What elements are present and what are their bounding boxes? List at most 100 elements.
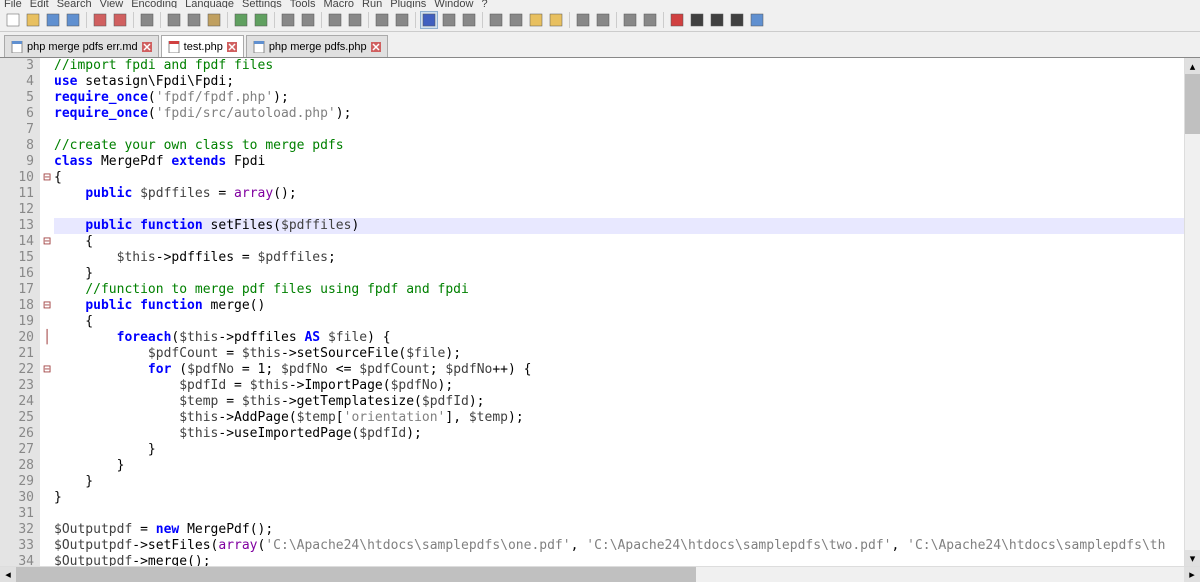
fold-marker[interactable]: [40, 122, 54, 138]
fold-column[interactable]: ⊟ ⊟ ⊟ │ ⊟: [40, 58, 54, 566]
fold-marker[interactable]: ⊟: [40, 170, 54, 186]
zoom-out-icon[interactable]: [346, 11, 364, 29]
fold-marker[interactable]: [40, 58, 54, 74]
code-line[interactable]: //create your own class to merge pdfs: [54, 138, 1200, 154]
code-line[interactable]: $this->pdffiles = $pdffiles;: [54, 250, 1200, 266]
code-line[interactable]: $Outputpdf->setFiles(array('C:\Apache24\…: [54, 538, 1200, 554]
fold-marker[interactable]: ⊟: [40, 234, 54, 250]
fold-marker[interactable]: ⊟: [40, 298, 54, 314]
close-all-icon[interactable]: [111, 11, 129, 29]
menu-item-window[interactable]: Window: [434, 0, 473, 8]
fold-marker[interactable]: [40, 442, 54, 458]
code-line[interactable]: [54, 506, 1200, 522]
play-multi-icon[interactable]: [728, 11, 746, 29]
monitor-icon[interactable]: [507, 11, 525, 29]
fold-marker[interactable]: [40, 314, 54, 330]
tab-close-icon[interactable]: [142, 42, 152, 52]
print-icon[interactable]: [138, 11, 156, 29]
fold-marker[interactable]: │: [40, 330, 54, 346]
menu-item-view[interactable]: View: [100, 0, 124, 8]
stop-icon[interactable]: [688, 11, 706, 29]
fold-marker[interactable]: [40, 522, 54, 538]
code-area[interactable]: //import fpdi and fpdf filesuse setasign…: [54, 58, 1200, 566]
fold-marker[interactable]: [40, 346, 54, 362]
fold-marker[interactable]: [40, 394, 54, 410]
code-line[interactable]: $Outputpdf->merge();: [54, 554, 1200, 566]
code-line[interactable]: }: [54, 490, 1200, 506]
fold-marker[interactable]: [40, 282, 54, 298]
close-icon[interactable]: [91, 11, 109, 29]
file-tab[interactable]: test.php: [161, 35, 244, 57]
save-all-icon[interactable]: [64, 11, 82, 29]
menu-item-file[interactable]: File: [4, 0, 22, 8]
fold-marker[interactable]: [40, 106, 54, 122]
menu-item-edit[interactable]: Edit: [30, 0, 49, 8]
folder-icon[interactable]: [547, 11, 565, 29]
horizontal-scrollbar[interactable]: ◂ ▸: [0, 566, 1200, 582]
redo-icon[interactable]: [252, 11, 270, 29]
func-list-icon[interactable]: [527, 11, 545, 29]
zoom-in-icon[interactable]: [326, 11, 344, 29]
scroll-down-button[interactable]: ▾: [1185, 550, 1200, 566]
fold-marker[interactable]: ⊟: [40, 362, 54, 378]
code-line[interactable]: $pdfId = $this->ImportPage($pdfNo);: [54, 378, 1200, 394]
horizontal-scroll-track[interactable]: [16, 567, 1184, 582]
copy-icon[interactable]: [185, 11, 203, 29]
horizontal-scroll-thumb[interactable]: [16, 567, 696, 582]
fold-marker[interactable]: [40, 410, 54, 426]
fold-marker[interactable]: [40, 74, 54, 90]
menu-item-settings[interactable]: Settings: [242, 0, 282, 8]
code-line[interactable]: for ($pdfNo = 1; $pdfNo <= $pdfCount; $p…: [54, 362, 1200, 378]
show-all-icon[interactable]: [440, 11, 458, 29]
code-line[interactable]: $this->useImportedPage($pdfId);: [54, 426, 1200, 442]
sync-v-icon[interactable]: [373, 11, 391, 29]
code-line[interactable]: public $pdffiles = array();: [54, 186, 1200, 202]
menu-item-run[interactable]: Run: [362, 0, 382, 8]
fold-marker[interactable]: [40, 266, 54, 282]
menu-item-encoding[interactable]: Encoding: [131, 0, 177, 8]
code-line[interactable]: }: [54, 442, 1200, 458]
doc-map-icon[interactable]: [574, 11, 592, 29]
menu-item-search[interactable]: Search: [57, 0, 92, 8]
fold-marker[interactable]: [40, 90, 54, 106]
code-line[interactable]: [54, 202, 1200, 218]
code-line[interactable]: {: [54, 234, 1200, 250]
file-tab[interactable]: php merge pdfs.php: [246, 35, 388, 57]
vertical-scroll-thumb[interactable]: [1185, 74, 1200, 134]
code-line[interactable]: }: [54, 474, 1200, 490]
fold-marker[interactable]: [40, 538, 54, 554]
lang-icon[interactable]: [487, 11, 505, 29]
bookmark-icon[interactable]: [641, 11, 659, 29]
fold-marker[interactable]: [40, 250, 54, 266]
cut-icon[interactable]: [165, 11, 183, 29]
code-line[interactable]: [54, 122, 1200, 138]
fold-marker[interactable]: [40, 154, 54, 170]
comment-icon[interactable]: [621, 11, 639, 29]
code-line[interactable]: foreach($this->pdffiles AS $file) {: [54, 330, 1200, 346]
code-line[interactable]: $pdfCount = $this->setSourceFile($file);: [54, 346, 1200, 362]
replace-icon[interactable]: [299, 11, 317, 29]
undo-icon[interactable]: [232, 11, 250, 29]
sync-h-icon[interactable]: [393, 11, 411, 29]
code-line[interactable]: }: [54, 266, 1200, 282]
paste-icon[interactable]: [205, 11, 223, 29]
fold-marker[interactable]: [40, 458, 54, 474]
menu-item-tools[interactable]: Tools: [290, 0, 316, 8]
fold-marker[interactable]: [40, 186, 54, 202]
open-icon[interactable]: [24, 11, 42, 29]
indent-guide-icon[interactable]: [460, 11, 478, 29]
code-line[interactable]: }: [54, 458, 1200, 474]
fold-marker[interactable]: [40, 426, 54, 442]
menu-item-language[interactable]: Language: [185, 0, 234, 8]
fold-marker[interactable]: [40, 490, 54, 506]
fold-marker[interactable]: [40, 138, 54, 154]
record-icon[interactable]: [668, 11, 686, 29]
code-line[interactable]: //function to merge pdf files using fpdf…: [54, 282, 1200, 298]
menu-item-macro[interactable]: Macro: [323, 0, 354, 8]
tab-close-icon[interactable]: [371, 42, 381, 52]
code-line[interactable]: use setasign\Fpdi\Fpdi;: [54, 74, 1200, 90]
vertical-scrollbar[interactable]: ▴ ▾: [1184, 58, 1200, 566]
save-macro-icon[interactable]: [748, 11, 766, 29]
find-icon[interactable]: [279, 11, 297, 29]
code-line[interactable]: {: [54, 314, 1200, 330]
